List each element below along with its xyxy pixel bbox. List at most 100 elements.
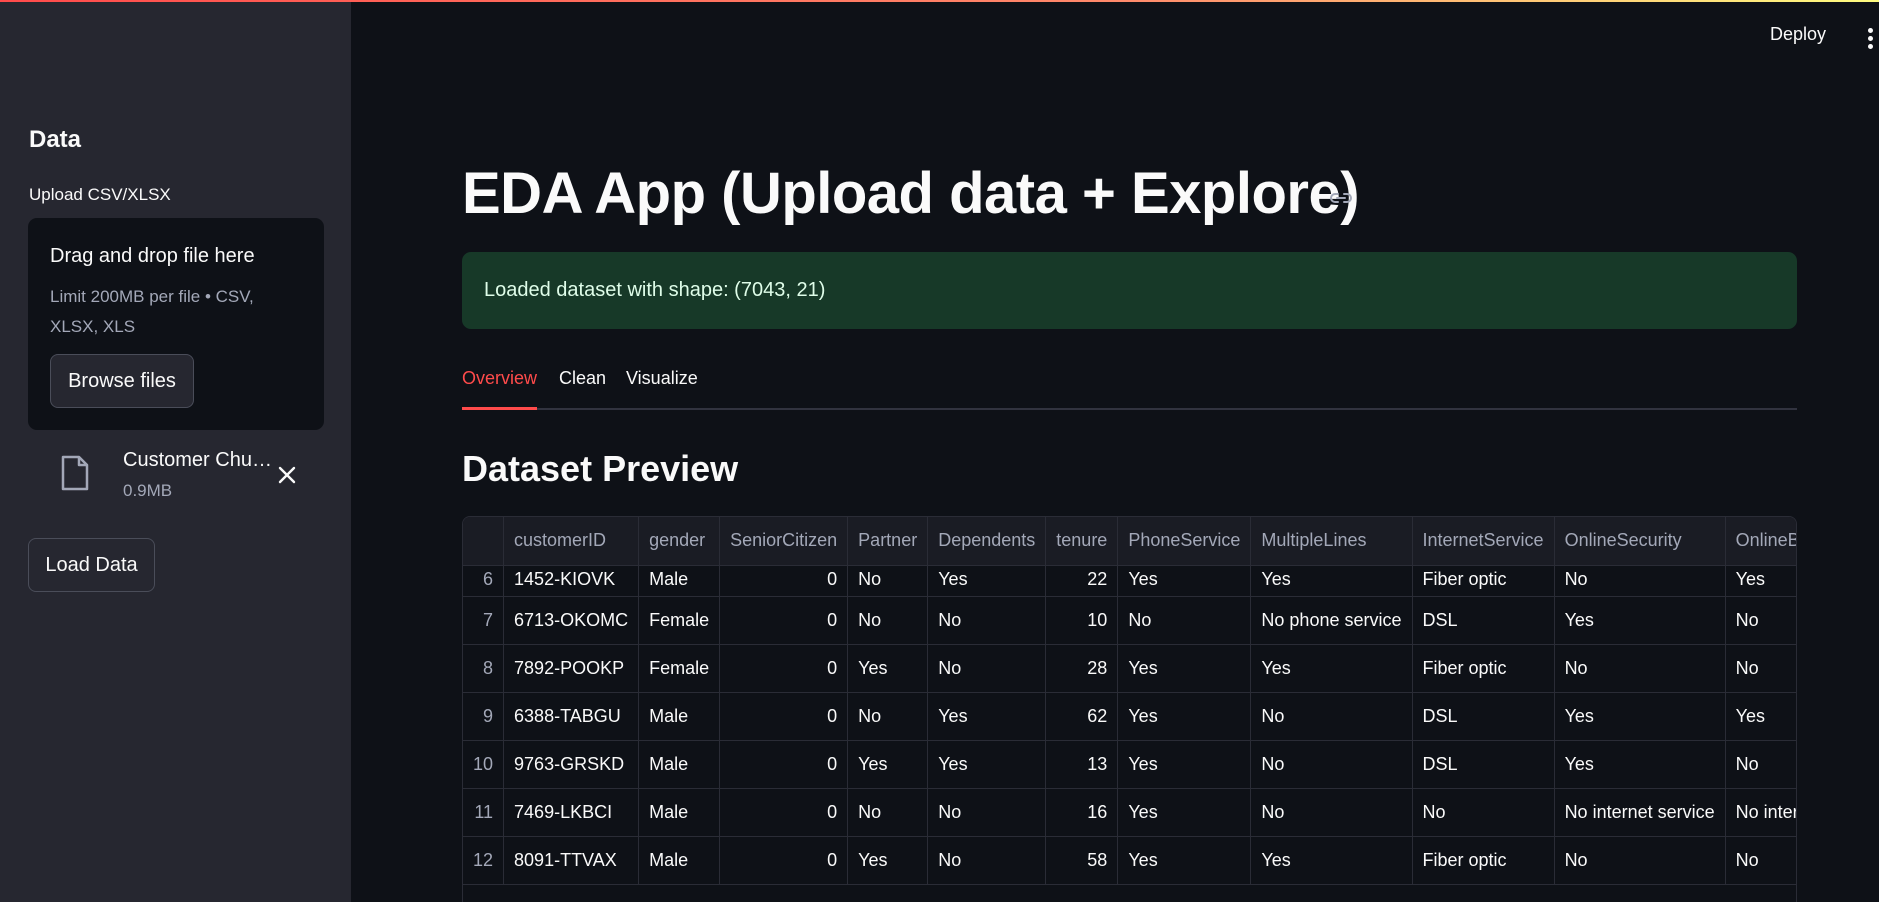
column-header[interactable]: InternetService [1412,517,1555,566]
table-cell[interactable]: 0 [719,836,849,885]
table-cell[interactable]: Yes [1554,740,1726,789]
table-cell[interactable]: Yes [847,740,929,789]
table-cell[interactable]: 0 [719,644,849,693]
table-row[interactable]: 10 9763-GRSKD Male 0 Yes Yes 13 Yes No DSL Yes No [463,740,1796,789]
table-cell[interactable]: Yes [927,740,1047,789]
tab-overview[interactable]: Overview [462,368,538,410]
table-cell[interactable]: No [927,836,1047,885]
table-cell[interactable]: No [847,692,929,741]
deploy-button[interactable]: Deploy [1770,24,1826,45]
table-cell[interactable]: Male [638,836,721,885]
table-cell[interactable]: No [1725,836,1796,885]
column-header[interactable]: Partner [847,517,929,566]
table-cell[interactable]: 7892-POOKP [503,644,640,693]
table-row[interactable]: 8 7892-POOKP Female 0 Yes No 28 Yes Yes Fiber opt… [463,644,1796,693]
table-cell[interactable]: No [1725,740,1796,789]
data-table[interactable]: customerID gender SeniorCitizen Partner … [462,516,1797,902]
table-cell[interactable]: 0 [719,565,849,597]
table-cell[interactable]: DSL [1412,740,1555,789]
table-cell[interactable]: Yes [1250,565,1413,597]
column-header[interactable] [463,517,505,566]
table-cell[interactable]: No [1554,836,1726,885]
close-icon[interactable] [275,463,299,487]
table-cell[interactable]: No internet service [1725,788,1796,837]
table-cell[interactable]: No phone service [1250,596,1413,645]
table-row[interactable]: 9 6388-TABGU Male 0 No Yes 62 Yes No DSL Yes Yes [463,692,1796,741]
table-cell[interactable]: 0 [719,596,849,645]
main-menu-icon[interactable] [1868,28,1876,52]
tab-clean[interactable]: Clean [559,368,606,408]
table-cell[interactable]: Yes [1117,788,1252,837]
table-cell[interactable]: DSL [1412,692,1555,741]
table-cell[interactable]: Yes [1250,644,1413,693]
table-cell[interactable]: 10 [1045,596,1119,645]
table-cell[interactable]: Yes [847,836,929,885]
column-header[interactable]: PhoneService [1117,517,1252,566]
table-cell[interactable]: 6388-TABGU [503,692,640,741]
table-cell[interactable]: Fiber optic [1412,565,1555,597]
table-cell[interactable]: 28 [1045,644,1119,693]
table-cell[interactable]: Yes [1117,644,1252,693]
table-cell[interactable]: Yes [1250,836,1413,885]
table-row[interactable]: 7 6713-OKOMC Female 0 No No 10 No No phone servi… [463,596,1796,645]
table-row[interactable]: 11 7469-LKBCI Male 0 No No 16 Yes No No No interne… [463,788,1796,837]
table-cell[interactable]: 58 [1045,836,1119,885]
column-header[interactable]: OnlineBackup [1725,517,1796,566]
table-cell[interactable]: Male [638,565,721,597]
column-header[interactable]: MultipleLines [1250,517,1413,566]
column-header[interactable]: Dependents [927,517,1047,566]
table-cell[interactable]: Yes [1117,565,1252,597]
table-row[interactable]: 12 8091-TTVAX Male 0 Yes No 58 Yes Yes Fiber opti… [463,836,1796,885]
table-cell[interactable]: No [927,596,1047,645]
table-cell[interactable]: 7469-LKBCI [503,788,640,837]
table-cell[interactable]: No [1250,740,1413,789]
table-cell[interactable]: Fiber optic [1412,836,1555,885]
table-row[interactable]: 6 1452-KIOVK Male 0 No Yes 22 Yes Yes Fiber optic… [463,565,1796,597]
table-cell[interactable]: Yes [1554,596,1726,645]
table-cell[interactable]: Male [638,740,721,789]
table-cell[interactable]: 9763-GRSKD [503,740,640,789]
table-cell[interactable]: Yes [1117,692,1252,741]
table-cell[interactable]: Male [638,692,721,741]
table-cell[interactable]: Yes [1117,740,1252,789]
column-header[interactable]: OnlineSecurity [1554,517,1726,566]
table-cell[interactable]: No [847,596,929,645]
table-cell[interactable]: Fiber optic [1412,644,1555,693]
table-cell[interactable]: No [1412,788,1555,837]
column-header[interactable]: customerID [503,517,640,566]
table-cell[interactable]: No [1554,644,1726,693]
table-cell[interactable]: Yes [1725,565,1796,597]
table-cell[interactable]: Yes [847,644,929,693]
table-cell[interactable]: Yes [1725,692,1796,741]
column-header[interactable]: tenure [1045,517,1119,566]
table-cell[interactable]: 6713-OKOMC [503,596,640,645]
browse-files-button[interactable]: Browse files [50,354,194,408]
table-cell[interactable]: No [1250,788,1413,837]
table-cell[interactable]: 22 [1045,565,1119,597]
table-cell[interactable]: Female [638,644,721,693]
table-cell[interactable]: No [1250,692,1413,741]
table-cell[interactable]: Yes [1554,692,1726,741]
table-cell[interactable]: No internet service [1554,788,1726,837]
table-cell[interactable]: No [1117,596,1252,645]
table-cell[interactable]: DSL [1412,596,1555,645]
table-cell[interactable]: 8091-TTVAX [503,836,640,885]
table-cell[interactable]: No [927,644,1047,693]
load-data-button[interactable]: Load Data [28,538,155,592]
table-cell[interactable]: Yes [927,692,1047,741]
table-cell[interactable]: No [1725,644,1796,693]
table-cell[interactable]: 0 [719,740,849,789]
table-cell[interactable]: No [1725,596,1796,645]
table-cell[interactable]: Yes [1117,836,1252,885]
table-cell[interactable]: Female [638,596,721,645]
table-cell[interactable]: No [847,565,929,597]
column-header[interactable]: gender [638,517,721,566]
column-header[interactable]: SeniorCitizen [719,517,849,566]
table-cell[interactable]: 62 [1045,692,1119,741]
file-dropzone[interactable]: Drag and drop file here Limit 200MB per … [28,218,324,430]
table-cell[interactable]: No [1554,565,1726,597]
table-cell[interactable]: Male [638,788,721,837]
table-cell[interactable]: 0 [719,692,849,741]
table-cell[interactable]: 0 [719,788,849,837]
table-cell[interactable]: 1452-KIOVK [503,565,640,597]
